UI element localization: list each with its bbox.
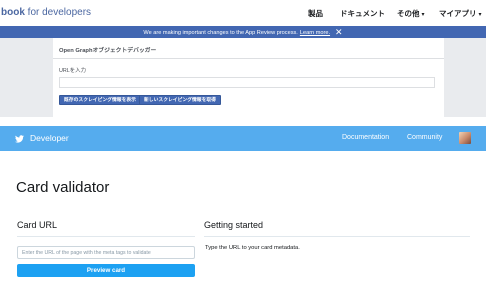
user-avatar[interactable] <box>459 132 471 144</box>
fb-notice-learn-more-link[interactable]: Learn more. <box>300 30 330 36</box>
fb-brand-logo[interactable]: book for developers <box>1 7 91 18</box>
fb-nav-my-apps[interactable]: マイアプリ ▾ <box>439 8 482 19</box>
twitter-bird-icon[interactable] <box>15 135 24 143</box>
og-url-input[interactable] <box>59 77 435 88</box>
fb-nav-more[interactable]: その他 ▾ <box>397 8 425 19</box>
fb-nav-label: ドキュメント <box>340 9 385 18</box>
fb-nav-label: 製品 <box>308 9 323 18</box>
show-existing-scrape-button[interactable]: 既存のスクレイピング情報を表示 <box>59 95 141 105</box>
fb-notice-text: We are making important changes to the A… <box>143 30 298 36</box>
preview-card-button[interactable]: Preview card <box>17 264 195 277</box>
og-url-label: URLを入力 <box>59 68 86 74</box>
chevron-down-icon: ▾ <box>421 12 425 18</box>
nav-community[interactable]: Community <box>407 134 442 141</box>
fb-nav-label: その他 <box>397 9 420 18</box>
fb-brand-suffix: for developers <box>24 7 92 18</box>
twitter-dev-title[interactable]: Developer <box>30 133 69 143</box>
getting-started-divider <box>204 236 470 237</box>
card-url-heading: Card URL <box>17 220 58 230</box>
fb-nav-products[interactable]: 製品 <box>308 8 323 19</box>
fb-nav-docs[interactable]: ドキュメント <box>340 8 385 19</box>
fetch-new-scrape-button[interactable]: 新しいスクレイピング情報を取得 <box>139 95 221 105</box>
chevron-down-icon: ▾ <box>478 12 482 18</box>
getting-started-text: Type the URL to your card metadata. <box>205 245 300 251</box>
close-icon[interactable]: ✕ <box>335 27 343 37</box>
page-title: Card validator <box>16 179 110 196</box>
og-debugger-title: Open Graphオブジェクトデバッガー <box>59 48 157 54</box>
fb-top-bar: book for developers 製品 ドキュメント その他 ▾ マイアプリ… <box>0 0 486 26</box>
fb-notice-banner: We are making important changes to the A… <box>0 26 486 38</box>
og-debugger-panel: Open Graphオブジェクトデバッガー URLを入力 既存のスクレイピング情… <box>53 38 444 117</box>
getting-started-heading: Getting started <box>204 220 264 230</box>
card-url-divider <box>17 236 195 237</box>
fb-brand-partial: book <box>1 7 25 18</box>
fb-nav-label: マイアプリ <box>439 9 477 18</box>
nav-documentation[interactable]: Documentation <box>342 134 389 141</box>
twitter-dev-header: Developer Documentation Community <box>0 126 486 151</box>
card-url-input[interactable] <box>17 246 195 259</box>
og-debugger-divider <box>53 58 444 59</box>
